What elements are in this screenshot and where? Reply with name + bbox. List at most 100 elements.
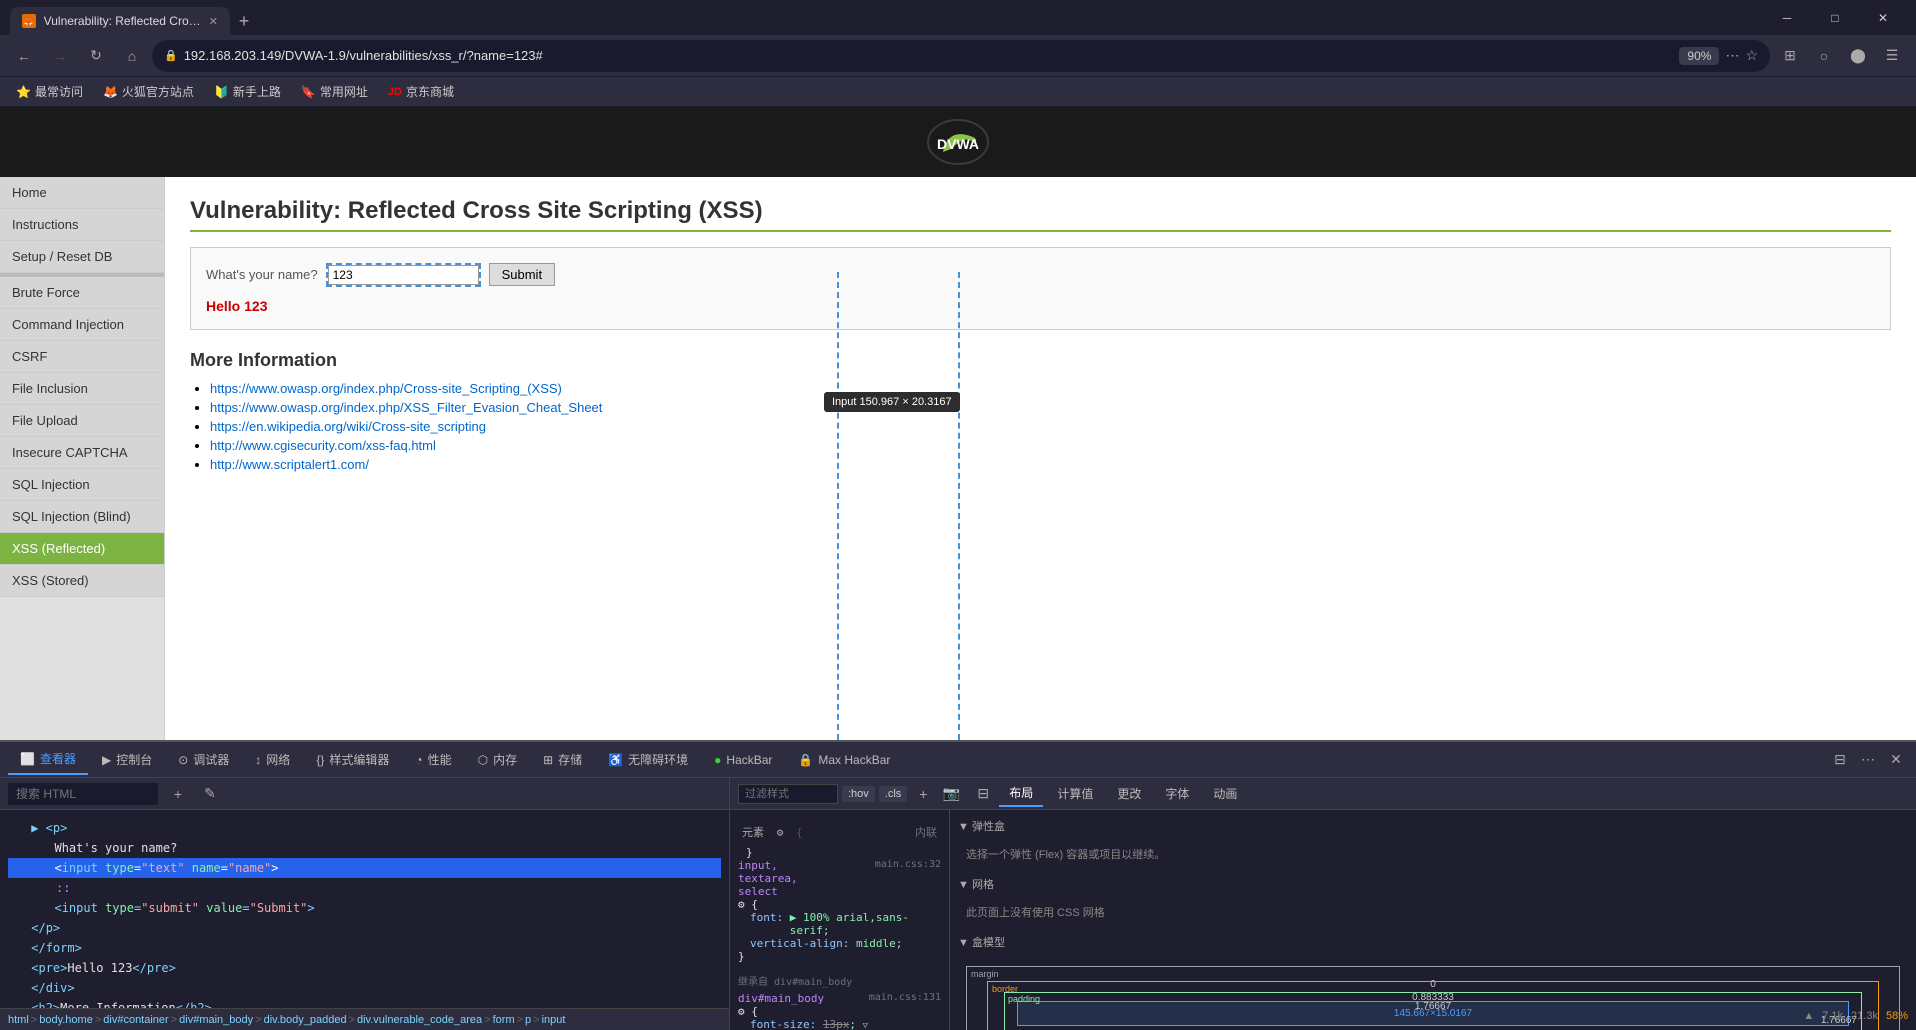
flex-hint: 选择一个弹性 (Flex) 容器或项目以继续。 [958,842,1908,866]
sidebar-item-setup[interactable]: Setup / Reset DB [0,241,164,273]
sidebar-item-file-inclusion[interactable]: File Inclusion [0,373,164,405]
element-brace: } [738,846,941,859]
element-settings-icon[interactable]: ⚙ [768,820,792,844]
sync-button[interactable]: ⬤ [1842,40,1874,72]
more-options-icon[interactable]: ⋯ [1725,47,1739,64]
bc-p[interactable]: p [525,1014,531,1026]
main-content: Vulnerability: Reflected Cross Site Scri… [165,177,1916,740]
bookmark-changyong[interactable]: 🔖 常用网址 [293,81,376,102]
dom-line-6: </form> [8,938,721,958]
bookmark-firefox[interactable]: 🦊 火狐官方站点 [95,81,202,102]
dom-pick-element-button[interactable]: ✎ [198,782,222,806]
styles-tab-computed[interactable]: 计算值 [1047,781,1103,806]
form-label: What's your name? [206,267,318,282]
name-input[interactable] [328,265,479,285]
css-filter-icon[interactable]: ▽ [863,1021,868,1030]
bc-vulnerable[interactable]: div.vulnerable_code_area [357,1014,482,1026]
dom-line-8: </div> [8,978,721,998]
bookmark-icon-2: 🦊 [103,85,118,99]
bookmark-zuichang[interactable]: ⭐ 最常访问 [8,81,91,102]
performance-icon: ◔ [415,753,422,767]
submit-button[interactable]: Submit [489,263,555,286]
devtools-tab-max-hackbar[interactable]: 🔒 Max HackBar [786,747,902,773]
bc-body-padded[interactable]: div.body_padded [264,1014,347,1026]
link-3[interactable]: https://en.wikipedia.org/wiki/Cross-site… [210,419,486,434]
devtools-tab-accessibility[interactable]: ♿ 无障碍环境 [596,745,700,774]
account-button[interactable]: ○ [1808,40,1840,72]
devtools-more-button[interactable]: ⋯ [1856,748,1880,772]
sidebar-item-sql-blind[interactable]: SQL Injection (Blind) [0,501,164,533]
sidebar-item-file-upload[interactable]: File Upload [0,405,164,437]
dom-add-node-button[interactable]: + [166,782,190,806]
cls-button[interactable]: .cls [879,786,908,802]
styles-tab-changes[interactable]: 更改 [1107,781,1151,806]
add-rule-button[interactable]: + [911,782,935,806]
sidebar-item-home[interactable]: Home [0,177,164,209]
bc-container[interactable]: div#container [103,1014,168,1026]
minimize-button[interactable]: ─ [1764,4,1810,32]
style-filter-input[interactable] [738,784,838,804]
sidebar-item-xss-reflected[interactable]: XSS (Reflected) [0,533,164,565]
dashed-line-right [958,272,960,740]
sidebar-item-captcha[interactable]: Insecure CAPTCHA [0,437,164,469]
devtools-tab-memory[interactable]: ⬡ 内存 [466,745,530,774]
refresh-button[interactable]: ↻ [80,40,112,72]
devtools-tab-inspector[interactable]: ⬜ 查看器 [8,744,88,775]
sidebar-item-brute[interactable]: Brute Force [0,277,164,309]
stat-4: 58% [1886,1010,1908,1022]
bookmark-xinshang[interactable]: 🔰 新手上路 [206,81,289,102]
link-4[interactable]: http://www.cgisecurity.com/xss-faq.html [210,438,436,453]
bc-main-body[interactable]: div#main_body [179,1014,253,1026]
extensions-button[interactable]: ⊞ [1774,40,1806,72]
forward-button[interactable]: → [44,40,76,72]
bc-body[interactable]: body.home [39,1014,93,1026]
back-button[interactable]: ← [8,40,40,72]
sidebar-item-xss-stored[interactable]: XSS (Stored) [0,565,164,597]
devtools-tab-style-editor[interactable]: {} 样式编辑器 [304,745,401,774]
sidebar-item-csrf[interactable]: CSRF [0,341,164,373]
link-2[interactable]: https://www.owasp.org/index.php/XSS_Filt… [210,400,602,415]
menu-button[interactable]: ☰ [1876,40,1908,72]
styles-tab-fonts[interactable]: 字体 [1155,781,1199,806]
dvwa-header: DVWA [0,107,1916,177]
devtools-close-button[interactable]: ✕ [1884,748,1908,772]
side-by-side-button[interactable]: ⊟ [971,782,995,806]
devtools-tab-debugger[interactable]: ⊙ 调试器 [166,745,241,774]
sidebar-item-command[interactable]: Command Injection [0,309,164,341]
bc-form[interactable]: form [493,1014,515,1026]
devtools-dock-button[interactable]: ⊟ [1828,748,1852,772]
hov-button[interactable]: :hov [842,786,875,802]
devtools-tab-console[interactable]: ▶ 控制台 [90,745,164,774]
snapshot-button[interactable]: 📷 [939,782,963,806]
address-bar[interactable]: 🔒 192.168.203.149/DVWA-1.9/vulnerabiliti… [152,40,1770,72]
devtools-tab-performance[interactable]: ◔ 性能 [403,745,463,774]
devtools-tab-storage[interactable]: ⊞ 存储 [531,745,594,774]
dom-search-input[interactable] [8,783,158,805]
close-button[interactable]: ✕ [1860,4,1906,32]
home-button[interactable]: ⌂ [116,40,148,72]
styles-tab-layout[interactable]: 布局 [999,780,1043,807]
new-tab-button[interactable]: + [230,7,258,35]
link-1[interactable]: https://www.owasp.org/index.php/Cross-si… [210,381,562,396]
css-selector-1: input,textarea,select [738,859,798,898]
star-icon[interactable]: ☆ [1745,47,1758,64]
sidebar-item-instructions[interactable]: Instructions [0,209,164,241]
element-header: 元素 ⚙ { 内联 [738,818,941,846]
bc-html[interactable]: html [8,1014,29,1026]
dom-line-selected[interactable]: <input type="text" name="name"> [8,858,721,878]
tab-close-button[interactable]: ✕ [209,15,218,28]
styles-tab-animations[interactable]: 动画 [1203,781,1247,806]
maximize-button[interactable]: □ [1812,4,1858,32]
link-5[interactable]: http://www.scriptalert1.com/ [210,457,369,472]
devtools-tab-hackbar[interactable]: ● HackBar [702,747,784,773]
bookmark-jd[interactable]: JD 京东商城 [380,81,462,102]
sidebar-item-sql[interactable]: SQL Injection [0,469,164,501]
dom-line-1: ▶ <p> [8,818,721,838]
bc-input[interactable]: input [542,1014,566,1026]
devtools-tab-network[interactable]: ↕ 网络 [243,745,302,774]
bookmark-label-4: 常用网址 [320,83,368,100]
active-tab[interactable]: 🦊 Vulnerability: Reflected Cros... ✕ [10,7,230,35]
dom-line-4: <input type="submit" value="Submit"> [8,898,721,918]
dom-line-2: What's your name? [8,838,721,858]
box-model-title: ▼ 盒模型 [958,934,1908,950]
